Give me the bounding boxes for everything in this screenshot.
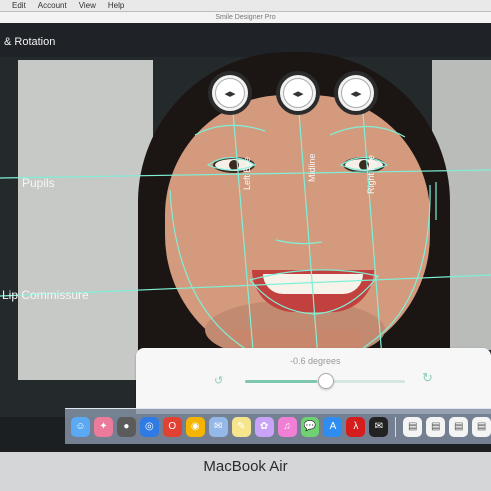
pupils-label: Pupils bbox=[22, 176, 55, 190]
laptop-frame: Edit Account View Help Smile Designer Pr… bbox=[0, 0, 491, 491]
safari-icon[interactable]: ◎ bbox=[139, 416, 159, 437]
photo-icon[interactable]: ● bbox=[116, 416, 136, 437]
folder-4-icon[interactable]: ▤ bbox=[472, 416, 491, 437]
right-eye-label: Right Eye bbox=[366, 154, 376, 194]
mail-dark-icon[interactable]: ✉ bbox=[369, 416, 389, 437]
dock-separator bbox=[395, 416, 397, 437]
folder-1-icon[interactable]: ▤ bbox=[403, 416, 423, 437]
right-jaw-outline[interactable] bbox=[357, 184, 431, 353]
rotation-slider-fill bbox=[245, 380, 317, 383]
right-brow-outline[interactable] bbox=[329, 125, 406, 138]
rotation-slider-thumb[interactable] bbox=[318, 373, 334, 389]
brand-label: MacBook Air bbox=[203, 458, 288, 475]
chrome-icon[interactable]: ◉ bbox=[185, 416, 205, 437]
left-right-arrows-icon: ◂▸ bbox=[283, 78, 313, 108]
messages-icon[interactable]: 💬 bbox=[300, 416, 320, 437]
nose-outline[interactable] bbox=[275, 239, 323, 245]
left-right-arrows-icon: ◂▸ bbox=[341, 78, 371, 108]
app-store-icon[interactable]: A bbox=[323, 416, 343, 437]
mail-icon[interactable]: ✉ bbox=[208, 416, 228, 437]
acrobat-icon[interactable]: λ bbox=[346, 416, 366, 437]
notes-icon[interactable]: ✎ bbox=[231, 416, 251, 437]
folder-3-icon[interactable]: ▤ bbox=[449, 416, 469, 437]
right-eye-outline[interactable] bbox=[339, 156, 389, 171]
left-eye-handle-button[interactable]: ◂▸ bbox=[208, 71, 252, 115]
opera-icon[interactable]: O bbox=[162, 416, 182, 437]
photos-icon[interactable]: ✿ bbox=[254, 416, 274, 437]
launchpad-icon[interactable]: ✦ bbox=[93, 416, 113, 437]
lip-commissure-label: Lip Commissure bbox=[2, 288, 89, 302]
left-jaw-outline[interactable] bbox=[169, 189, 251, 353]
dock: ☺ ✦ ● ◎ O ◉ ✉ ✎ ✿ ♫ 💬 A λ ✉ ▤ ▤ ▤ ▤ bbox=[65, 408, 491, 444]
finder-icon[interactable]: ☺ bbox=[71, 416, 90, 437]
itunes-icon[interactable]: ♫ bbox=[277, 416, 297, 437]
left-right-arrows-icon: ◂▸ bbox=[215, 78, 245, 108]
folder-2-icon[interactable]: ▤ bbox=[426, 416, 446, 437]
right-eye-handle-button[interactable]: ◂▸ bbox=[334, 71, 378, 115]
left-brow-outline[interactable] bbox=[194, 124, 266, 136]
rotate-cw-icon[interactable]: ↻ bbox=[422, 370, 433, 386]
midline-handle-button[interactable]: ◂▸ bbox=[276, 71, 320, 115]
left-eye-label: Left Eye bbox=[242, 156, 252, 190]
screen: Edit Account View Help Smile Designer Pr… bbox=[0, 0, 491, 452]
rotate-ccw-icon[interactable]: ↺ bbox=[214, 374, 223, 387]
midline-label: Midline bbox=[307, 153, 317, 182]
rotation-degrees: -0.6 degrees bbox=[290, 356, 341, 366]
